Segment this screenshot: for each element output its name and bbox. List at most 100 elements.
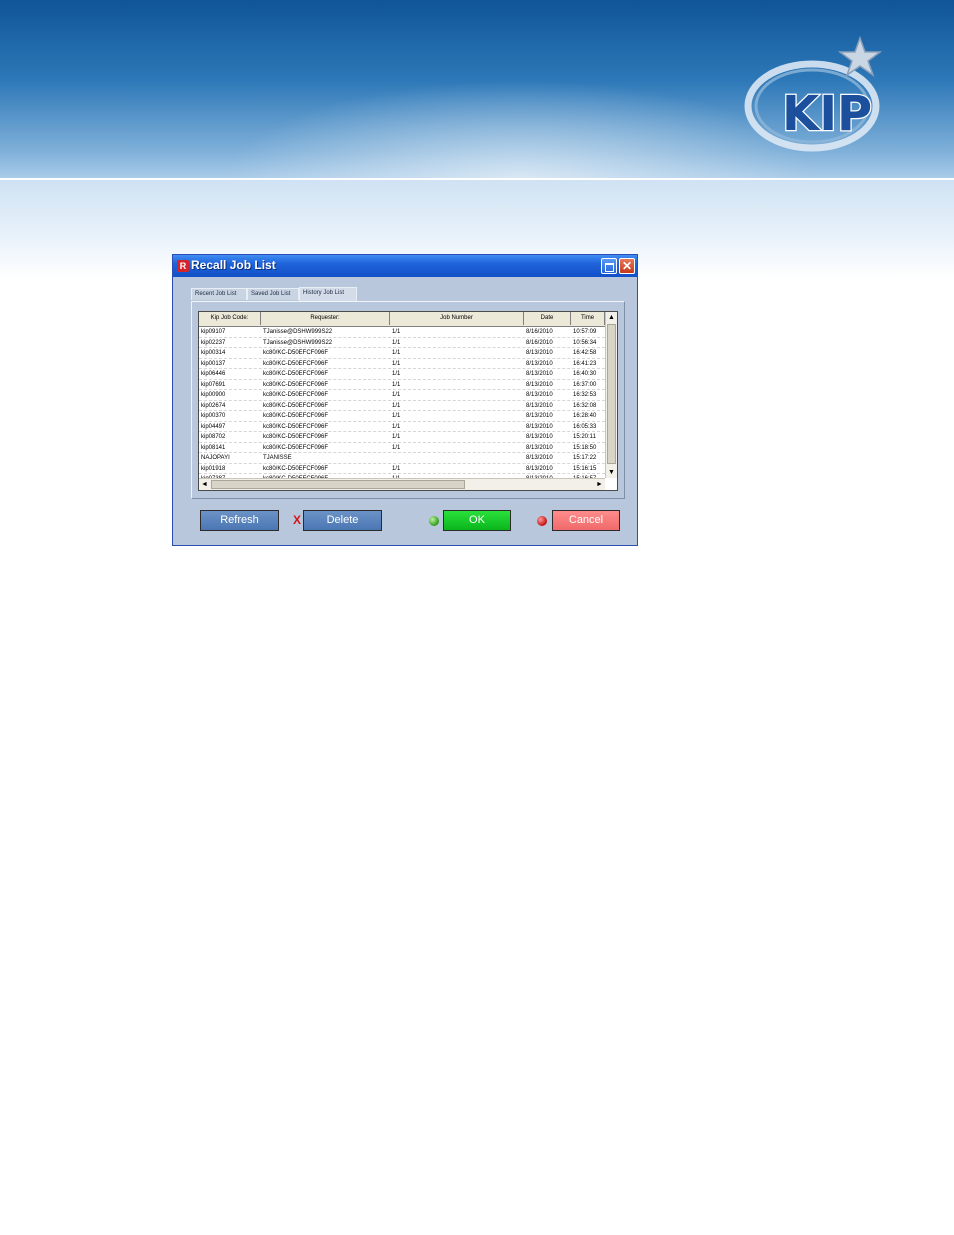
cell-kip-job-code: kip00900 bbox=[201, 392, 226, 398]
cell-requester: kc80/KC-D50EFCF096F bbox=[263, 413, 329, 419]
restore-button[interactable] bbox=[601, 258, 617, 274]
table-body: kip09107 TJanisse@DSHW999S22 1/1 8/16/2010 1… bbox=[199, 327, 605, 485]
cancel-button[interactable]: Cancel bbox=[552, 510, 620, 531]
cell-requester: TJanisse@DSHW999S22 bbox=[263, 339, 333, 346]
tab-recent-job-list[interactable]: Recent Job List bbox=[191, 288, 247, 300]
cell-job-number: 1/1 bbox=[392, 402, 401, 409]
cell-time: 10:57:09 bbox=[573, 329, 597, 335]
cell-requester: kc80/KC-D50EFCF096F bbox=[263, 350, 329, 356]
table-row[interactable]: NAJOPAYI TJANISSE 8/13/2010 15:17:22 bbox=[199, 453, 605, 464]
table-row[interactable]: kip02237 TJanisse@DSHW999S22 1/1 8/16/2010 1… bbox=[199, 338, 605, 348]
cell-requester: TJanisse@DSHW999S22 bbox=[263, 329, 333, 335]
recall-job-list-dialog: R Recall Job List ✕ Recent Job List Save… bbox=[172, 254, 638, 546]
scroll-up-icon[interactable]: ▲ bbox=[606, 312, 617, 323]
cell-date: 8/13/2010 bbox=[526, 423, 553, 430]
cell-time: 16:28:40 bbox=[573, 413, 597, 419]
cell-time: 16:41:23 bbox=[573, 360, 597, 367]
cell-kip-job-code: kip04497 bbox=[201, 423, 226, 430]
table-row[interactable]: kip09107 TJanisse@DSHW999S22 1/1 8/16/2010 1… bbox=[199, 327, 605, 338]
column-header-kip-job-code[interactable]: Kip Job Code: bbox=[199, 312, 261, 325]
dialog-titlebar[interactable]: R Recall Job List ✕ bbox=[173, 255, 637, 277]
delete-button[interactable]: Delete bbox=[303, 510, 382, 531]
cell-requester: kc80/KC-D50EFCF096F bbox=[263, 423, 329, 430]
horizontal-scroll-thumb[interactable] bbox=[211, 480, 465, 489]
cell-time: 15:20:11 bbox=[573, 434, 596, 440]
cell-time: 16:40:30 bbox=[573, 371, 597, 377]
refresh-button[interactable]: Refresh bbox=[200, 510, 279, 531]
vertical-scrollbar[interactable]: ▲ ▼ bbox=[605, 312, 617, 478]
cell-requester: kc80/KC-D50EFCF096F bbox=[263, 402, 329, 409]
cell-job-number: 1/1 bbox=[392, 371, 401, 377]
table-row[interactable]: kip04497 kc80/KC-D50EFCF096F 1/1 8/13/2010 1… bbox=[199, 422, 605, 432]
cell-kip-job-code: kip07691 bbox=[201, 381, 226, 388]
cell-job-number: 1/1 bbox=[392, 434, 401, 440]
close-icon: ✕ bbox=[621, 259, 633, 273]
cell-date: 8/13/2010 bbox=[526, 350, 553, 356]
cell-kip-job-code: kip00370 bbox=[201, 413, 226, 419]
cell-requester: kc80/KC-D50EFCF096F bbox=[263, 434, 329, 440]
cell-kip-job-code: NAJOPAYI bbox=[201, 455, 230, 461]
scroll-right-icon[interactable]: ► bbox=[594, 479, 605, 490]
cell-kip-job-code: kip00314 bbox=[201, 350, 226, 356]
cell-kip-job-code: kip08141 bbox=[201, 444, 226, 451]
table-row[interactable]: kip07691 kc80/KC-D50EFCF096F 1/1 8/13/2010 1… bbox=[199, 380, 605, 390]
cell-job-number: 1/1 bbox=[392, 360, 401, 367]
tab-history-job-list[interactable]: History Job List bbox=[299, 287, 357, 301]
cell-job-number: 1/1 bbox=[392, 329, 401, 335]
cell-kip-job-code: kip06446 bbox=[201, 371, 226, 377]
cell-time: 15:18:50 bbox=[573, 444, 597, 451]
table-row[interactable]: kip08141 kc80/KC-D50EFCF096F 1/1 8/13/2010 1… bbox=[199, 443, 605, 453]
cell-kip-job-code: kip00137 bbox=[201, 360, 226, 367]
cell-requester: kc80/KC-D50EFCF096F bbox=[263, 465, 329, 472]
ok-button[interactable]: OK bbox=[443, 510, 511, 531]
table-row[interactable]: kip08702 kc80/KC-D50EFCF096F 1/1 8/13/2010 1… bbox=[199, 432, 605, 443]
cancel-status-led-icon bbox=[537, 516, 547, 526]
column-header-requester[interactable]: Requester: bbox=[261, 312, 390, 325]
delete-x-icon: X bbox=[293, 513, 302, 527]
cell-date: 8/13/2010 bbox=[526, 392, 553, 398]
column-header-job-number[interactable]: Job Number bbox=[390, 312, 524, 325]
cell-date: 8/13/2010 bbox=[526, 455, 553, 461]
column-header-date[interactable]: Date bbox=[524, 312, 571, 325]
cell-job-number: 1/1 bbox=[392, 413, 401, 419]
cell-requester: kc80/KC-D50EFCF096F bbox=[263, 360, 329, 367]
table-row[interactable]: kip01918 kc80/KC-D50EFCF096F 1/1 8/13/2010 1… bbox=[199, 464, 605, 474]
scroll-left-icon[interactable]: ◄ bbox=[199, 479, 210, 490]
cell-kip-job-code: kip02237 bbox=[201, 339, 226, 346]
kip-logo: KIP bbox=[744, 35, 883, 152]
cell-time: 16:32:53 bbox=[573, 392, 597, 398]
table-row[interactable]: kip00314 kc80/KC-D50EFCF096F 1/1 8/13/2010 1… bbox=[199, 348, 605, 359]
tab-saved-job-list[interactable]: Saved Job List bbox=[247, 288, 299, 300]
cell-job-number: 1/1 bbox=[392, 350, 401, 356]
cell-job-number: 1/1 bbox=[392, 444, 401, 451]
dialog-title: Recall Job List bbox=[191, 258, 276, 272]
cell-date: 8/13/2010 bbox=[526, 402, 553, 409]
job-list-table[interactable]: Kip Job Code: Requester: Job Number Date… bbox=[198, 311, 618, 491]
table-row[interactable]: kip06446 kc80/KC-D50EFCF096F 1/1 8/13/2010 1… bbox=[199, 369, 605, 380]
scroll-down-icon[interactable]: ▼ bbox=[606, 467, 617, 478]
cell-time: 15:16:15 bbox=[573, 465, 597, 472]
cell-date: 8/13/2010 bbox=[526, 371, 553, 377]
cell-time: 15:17:22 bbox=[573, 455, 597, 461]
table-row[interactable]: kip00137 kc80/KC-D50EFCF096F 1/1 8/13/2010 1… bbox=[199, 359, 605, 369]
cell-job-number: 1/1 bbox=[392, 339, 401, 346]
vertical-scroll-thumb[interactable] bbox=[607, 324, 616, 464]
cell-job-number: 1/1 bbox=[392, 465, 401, 472]
horizontal-scrollbar[interactable]: ◄ ► bbox=[199, 478, 605, 490]
cell-kip-job-code: kip01918 bbox=[201, 465, 226, 472]
table-row[interactable]: kip02674 kc80/KC-D50EFCF096F 1/1 8/13/2010 1… bbox=[199, 401, 605, 411]
cell-kip-job-code: kip02674 bbox=[201, 402, 226, 409]
table-row[interactable]: kip00900 kc80/KC-D50EFCF096F 1/1 8/13/2010 1… bbox=[199, 390, 605, 401]
cell-date: 8/16/2010 bbox=[526, 339, 553, 346]
cell-time: 16:37:00 bbox=[573, 381, 597, 388]
cell-date: 8/13/2010 bbox=[526, 465, 553, 472]
cell-time: 16:32:08 bbox=[573, 402, 597, 409]
cell-time: 16:42:58 bbox=[573, 350, 597, 356]
cell-date: 8/13/2010 bbox=[526, 413, 553, 419]
ok-status-led-icon bbox=[429, 516, 439, 526]
column-header-time[interactable]: Time bbox=[571, 312, 605, 325]
close-button[interactable]: ✕ bbox=[619, 258, 635, 274]
cell-time: 10:56:34 bbox=[573, 339, 597, 346]
cell-date: 8/13/2010 bbox=[526, 434, 553, 440]
table-row[interactable]: kip00370 kc80/KC-D50EFCF096F 1/1 8/13/2010 1… bbox=[199, 411, 605, 422]
